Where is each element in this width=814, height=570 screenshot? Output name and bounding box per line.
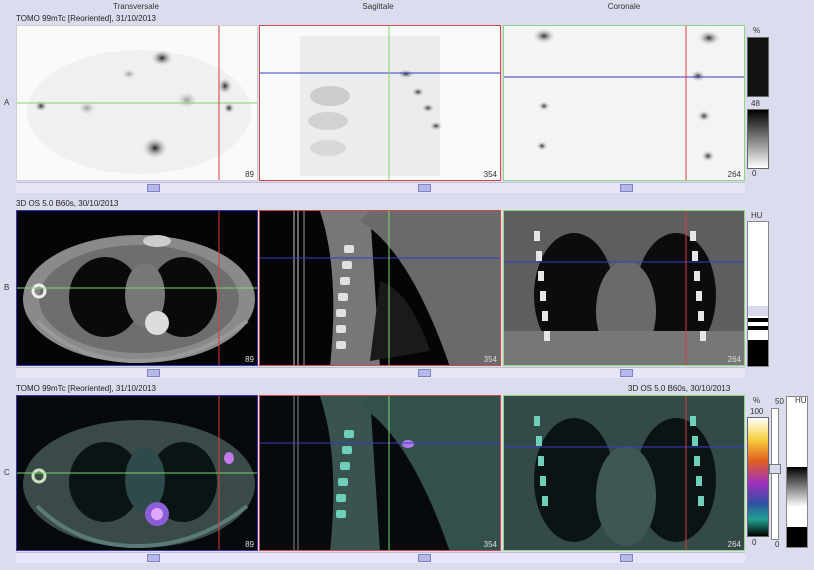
ct-transversal-view[interactable]: 89: [16, 210, 258, 366]
hu-low-fill: [787, 527, 807, 547]
row-a-label: A: [4, 98, 10, 107]
fusion-ratio-slider[interactable]: [769, 408, 781, 540]
window-marker: [748, 306, 768, 316]
scroll-thumb-sagittal[interactable]: [418, 554, 431, 562]
scale-unit: %: [753, 396, 761, 405]
tomo-transversal-image: [17, 26, 257, 180]
slice-number: 264: [727, 540, 741, 549]
row-b-scrollbar[interactable]: [16, 367, 745, 378]
scale-unit: HU: [751, 211, 763, 220]
row-c-title: TOMO 99mTc [Reoriented], 31/10/2013: [16, 384, 156, 393]
row-c-scrollbar[interactable]: [16, 552, 745, 563]
slice-number: 354: [483, 355, 497, 364]
scroll-thumb-coronal[interactable]: [620, 554, 633, 562]
slice-number: 89: [245, 170, 254, 179]
grayscale-bar-top: [747, 37, 769, 97]
grayscale-bar[interactable]: [747, 109, 769, 169]
fusion-hu-unit: HU: [795, 396, 807, 405]
scroll-thumb-sagittal[interactable]: [418, 369, 431, 377]
scale-high: 100: [750, 407, 764, 416]
scroll-thumb-transversal[interactable]: [147, 369, 160, 377]
ct-sagittal-view[interactable]: 354: [259, 210, 501, 366]
fusion-ratio-thumb[interactable]: [769, 464, 781, 474]
ct-coronal-image: [504, 211, 744, 365]
ct-coronal-view[interactable]: 264: [503, 210, 745, 366]
tomo-transversal-view[interactable]: 89: [16, 25, 258, 181]
tomo-coronal-image: [504, 26, 744, 180]
slice-number: 264: [727, 355, 741, 364]
fusion-sagittal-view[interactable]: 354: [259, 395, 501, 551]
column-header-sagittal: Sagittale: [362, 2, 394, 11]
row-b-title: 3D OS 5.0 B60s, 30/10/2013: [16, 199, 119, 208]
color-scale-bar[interactable]: [747, 417, 769, 537]
scale-unit: %: [753, 26, 761, 35]
fusion-transversal-view[interactable]: 89: [16, 395, 258, 551]
slice-number: 354: [483, 170, 497, 179]
window-line: [748, 318, 768, 322]
scale-mid: 48: [751, 99, 760, 108]
row-a-scrollbar[interactable]: [16, 182, 745, 193]
fusion-scale-low: 0: [775, 540, 780, 549]
scroll-thumb-coronal[interactable]: [620, 369, 633, 377]
hu-window-bar[interactable]: [747, 221, 769, 367]
slice-number: 264: [727, 170, 741, 179]
fusion-coronal-view[interactable]: 264: [503, 395, 745, 551]
ct-sagittal-image: [260, 211, 500, 365]
row-c-title-right: 3D OS 5.0 B60s, 30/10/2013: [628, 384, 731, 393]
fusion-transversal-image: [17, 396, 257, 550]
fusion-sagittal-image: [260, 396, 500, 550]
fusion-scale-high: 50: [775, 397, 784, 406]
scroll-thumb-coronal[interactable]: [620, 184, 633, 192]
window-line: [748, 326, 768, 330]
slice-number: 89: [245, 540, 254, 549]
slice-number: 89: [245, 355, 254, 364]
scale-low: 0: [752, 538, 757, 547]
slice-number: 354: [483, 540, 497, 549]
tomo-sagittal-view[interactable]: 354: [259, 25, 501, 181]
tomo-sagittal-image: [260, 26, 500, 180]
scroll-thumb-sagittal[interactable]: [418, 184, 431, 192]
row-b-label: B: [4, 283, 10, 292]
window-low-fill: [748, 340, 768, 366]
fusion-hu-bar[interactable]: [786, 396, 808, 548]
scale-low: 0: [752, 169, 757, 178]
column-header-transversal: Transversale: [113, 2, 159, 11]
row-a-title: TOMO 99mTc [Reoriented], 31/10/2013: [16, 14, 156, 23]
scroll-thumb-transversal[interactable]: [147, 184, 160, 192]
column-header-coronal: Coronale: [607, 2, 641, 11]
tomo-coronal-view[interactable]: 264: [503, 25, 745, 181]
hu-gradient: [787, 467, 807, 507]
row-c-label: C: [4, 468, 10, 477]
fusion-coronal-image: [504, 396, 744, 550]
scroll-thumb-transversal[interactable]: [147, 554, 160, 562]
ct-transversal-image: [17, 211, 257, 365]
